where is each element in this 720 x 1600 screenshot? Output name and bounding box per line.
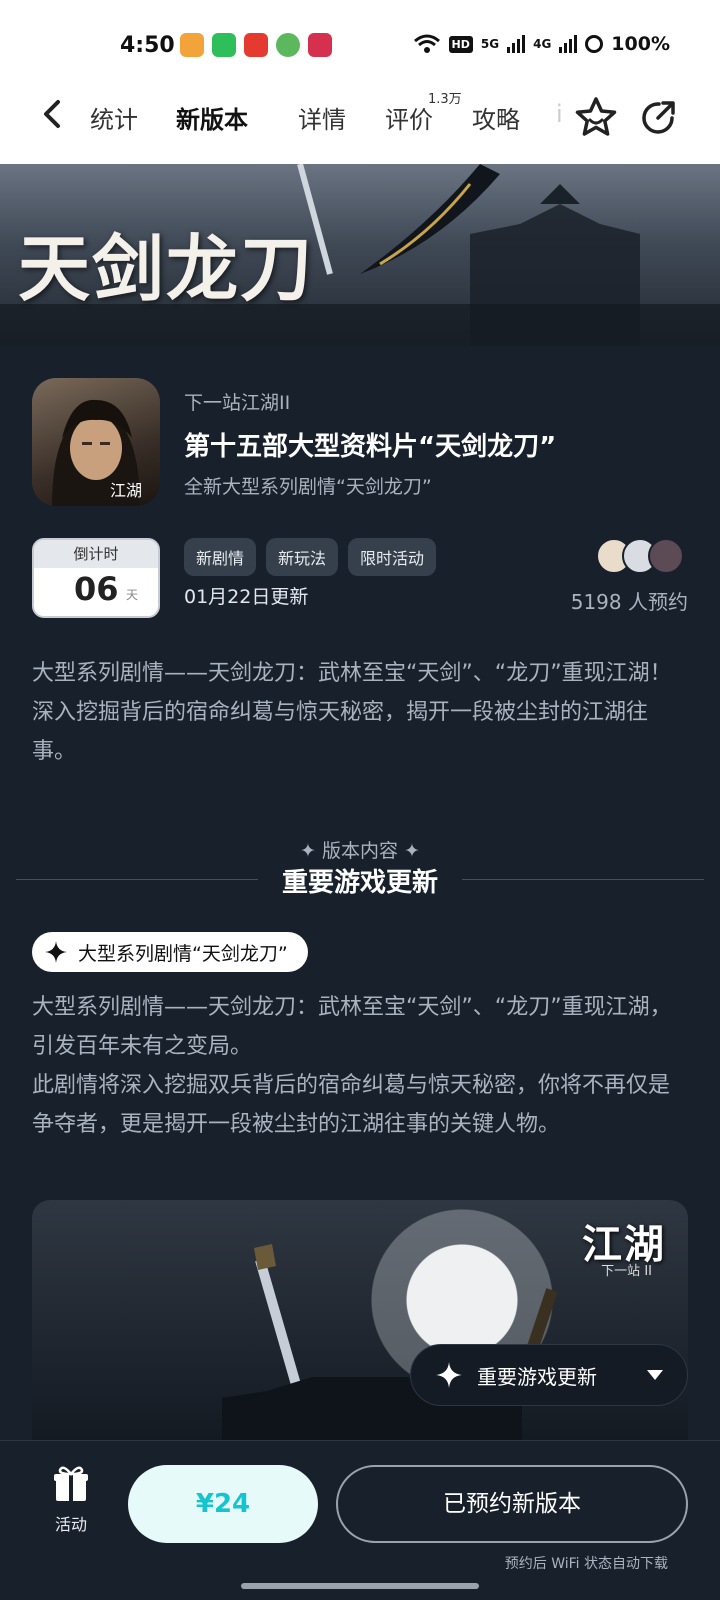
activity-label: 活动 [54,1515,87,1534]
battery-level: 100% [611,33,670,55]
game-name: 下一站江湖II [184,392,291,414]
share-icon[interactable] [638,96,680,138]
battery-icon [585,35,604,53]
tag-new-gameplay: 新玩法 [266,538,339,576]
signal-icon [507,35,526,53]
signal-icon [559,35,578,53]
countdown-card: 倒计时 06 天 [32,538,160,618]
network-4g-label: 4G [533,37,552,51]
status-bar: 4:50 HD 5G 4G 100% [0,0,720,78]
app-notification-icon [308,33,332,57]
svg-text:江湖: 江湖 [110,481,142,500]
wifi-icon [413,34,440,53]
version-tags: 新剧情 新玩法 限时活动 [184,538,437,576]
tab-details[interactable]: 详情 [298,100,346,135]
reservation-count: 5198 人预约 [570,590,688,614]
carrier-notification-icon [276,33,300,57]
app-notification-icon [180,33,204,57]
star-face-icon[interactable] [574,96,618,140]
auto-download-hint: 预约后 WiFi 状态自动下载 [504,1556,668,1572]
section-jump-label: 重要游戏更新 [477,1364,597,1389]
banner-title: 天剑龙刀 [18,226,315,311]
top-nav: 统计 新版本 详情 评价 1.3万 攻略 i [0,78,720,164]
intro-paragraph: 大型系列剧情——天剑龙刀：武林至宝“天剑”、“龙刀”重现江湖！深入挖掘背后的宿命… [32,661,672,764]
bottom-action-bar: 活动 ¥24 已预约新版本 预约后 WiFi 状态自动下载 [0,1440,720,1600]
avatar [648,538,684,574]
version-headline: 第十五部大型资料片“天剑龙刀” [184,432,557,462]
story-body-line: 此剧情将深入挖掘双兵背后的宿命纠葛与惊天秘密，你将不再仅是争夺者，更是揭开一段被… [32,1073,671,1137]
tab-stats[interactable]: 统计 [90,100,138,135]
reserved-button[interactable]: 已预约新版本 [336,1465,688,1543]
poster-logo-sub: 下一站 II [601,1260,652,1279]
update-date: 01月22日更新 [184,586,309,608]
gift-icon [54,1466,88,1501]
poster-logo-mark: II [644,1264,652,1279]
character-portrait: 江湖 [52,399,142,506]
tab-guides[interactable]: 攻略 [472,100,520,135]
story-body-line: 大型系列剧情——天剑龙刀：武林至宝“天剑”、“龙刀”重现江湖，引发百年未有之变局… [32,995,672,1059]
story-item-label: 大型系列剧情“天剑龙刀” [78,942,288,965]
countdown-value: 06 [74,570,119,608]
activity-button[interactable]: 活动 [44,1463,98,1535]
countdown-label: 倒计时 [34,540,158,568]
purchase-button[interactable]: ¥24 [128,1465,318,1543]
section-title: 重要游戏更新 [281,868,438,898]
app-notification-icon [244,33,268,57]
review-count-badge: 1.3万 [428,92,462,107]
section-jump-menu[interactable]: 重要游戏更新 [410,1344,688,1406]
version-description: 全新大型系列剧情“天剑龙刀” [184,476,432,498]
tab-reviews[interactable]: 评价 [385,100,433,135]
tab-new-version[interactable]: 新版本 [174,100,250,135]
message-notification-icon [212,33,236,57]
tab-overflow-glimpse: i [556,100,563,128]
status-time: 4:50 [120,33,175,58]
notification-icons [180,33,332,57]
section-kicker: ✦ 版本内容 ✦ [300,840,420,862]
network-5g-label: 5G [480,37,500,51]
hd-voice-icon: HD [448,35,473,53]
game-icon[interactable]: 江湖 [32,378,160,506]
home-indicator[interactable] [241,1583,479,1589]
reserver-avatars [596,538,686,576]
story-body: 大型系列剧情——天剑龙刀：武林至宝“天剑”、“龙刀”重现江湖，引发百年未有之变局… [32,988,688,1144]
tag-new-story: 新剧情 [184,538,257,576]
version-banner: 天剑龙刀 [0,164,720,346]
tag-limited-event: 限时活动 [348,538,437,576]
chevron-down-icon [647,1370,663,1380]
sparkle-icon [436,1362,462,1388]
tab-new-version-label: 新版本 [176,106,248,134]
back-arrow-icon[interactable] [38,96,68,132]
sparkle-icon [45,941,67,963]
countdown-unit: 天 [126,588,139,602]
story-item-tag: 大型系列剧情“天剑龙刀” [32,932,308,972]
status-right: HD 5G 4G 100% [413,33,670,55]
poster-logo-sub-text: 下一站 [601,1264,641,1279]
